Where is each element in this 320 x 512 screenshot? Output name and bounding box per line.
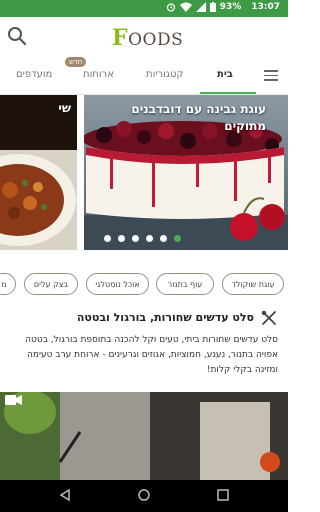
back-icon[interactable] bbox=[58, 488, 72, 502]
fork-knife-icon bbox=[261, 310, 276, 325]
chip-partial[interactable]: מ bbox=[0, 273, 16, 295]
carousel-pager bbox=[104, 235, 181, 242]
active-tab-indicator bbox=[200, 92, 256, 94]
chip-nostalgic-food[interactable]: אוכל נוסטלגי bbox=[86, 273, 149, 295]
logo-initial: F bbox=[112, 25, 129, 51]
video-preview[interactable] bbox=[0, 392, 288, 480]
carousel-slide-current[interactable]: עוגת גבינה עם דובדבנים מתוקים bbox=[84, 95, 288, 250]
battery-icon bbox=[209, 2, 216, 12]
app-logo: FOODS bbox=[112, 25, 183, 51]
slide-title: עוגת גבינה עם דובדבנים מתוקים bbox=[131, 102, 266, 133]
prev-slide-title: שי bbox=[58, 101, 71, 115]
tab-bar: בית קטגוריות ארוחות חדש מועדפים bbox=[0, 57, 288, 95]
video-camera-icon bbox=[5, 395, 22, 405]
alarm-icon bbox=[166, 3, 175, 12]
status-bar: 93% 13:07 bbox=[0, 0, 288, 17]
signal-icon bbox=[195, 2, 206, 12]
tab-home[interactable]: בית bbox=[217, 69, 233, 80]
status-indicators: 93% 13:07 bbox=[166, 2, 280, 12]
system-nav-bar bbox=[0, 480, 288, 512]
tag-chips: עוגת שוקולד עוף בתנור אוכל נוסטלגי בצק ע… bbox=[0, 273, 288, 297]
carousel-slide-prev[interactable]: שי bbox=[0, 95, 77, 250]
recipe-title[interactable]: סלט עדשים שחורות, בורגול ובטטה bbox=[14, 311, 254, 324]
wifi-icon bbox=[179, 2, 192, 12]
video-thumbnail bbox=[0, 392, 288, 480]
search-icon[interactable] bbox=[6, 25, 28, 47]
clock: 13:07 bbox=[251, 2, 280, 12]
carousel-dot[interactable] bbox=[132, 235, 139, 242]
featured-carousel[interactable]: שי עוגת גבינה עם דובדבנים מתוקים bbox=[0, 95, 288, 250]
tab-meals[interactable]: ארוחות bbox=[83, 69, 114, 80]
tab-favorites[interactable]: מועדפים bbox=[16, 69, 52, 80]
recents-icon[interactable] bbox=[216, 488, 230, 502]
chip-chocolate-cake[interactable]: עוגת שוקולד bbox=[222, 273, 284, 295]
home-icon[interactable] bbox=[137, 488, 151, 502]
recipe-description: סלט עדשים שחורות ביתי, טעים וקל להכנה בת… bbox=[25, 335, 278, 375]
carousel-dot[interactable] bbox=[104, 235, 111, 242]
carousel-dot[interactable] bbox=[118, 235, 125, 242]
hamburger-menu-icon[interactable] bbox=[264, 70, 278, 81]
app-root: 93% 13:07 FOODS בית קטגוריות ארוחות חדש … bbox=[0, 0, 288, 512]
tab-categories[interactable]: קטגוריות bbox=[146, 69, 184, 80]
logo-text: OODS bbox=[128, 30, 184, 50]
carousel-dot[interactable] bbox=[146, 235, 153, 242]
carousel-dot[interactable] bbox=[174, 235, 181, 242]
app-header: FOODS bbox=[0, 17, 288, 57]
stew-image bbox=[0, 95, 77, 250]
chip-puff-pastry[interactable]: בצק עלים bbox=[24, 273, 78, 295]
carousel-dot[interactable] bbox=[160, 235, 167, 242]
new-badge: חדש bbox=[65, 57, 87, 67]
battery-percent: 93% bbox=[219, 2, 242, 12]
chip-oven-chicken[interactable]: עוף בתנור bbox=[156, 273, 214, 295]
